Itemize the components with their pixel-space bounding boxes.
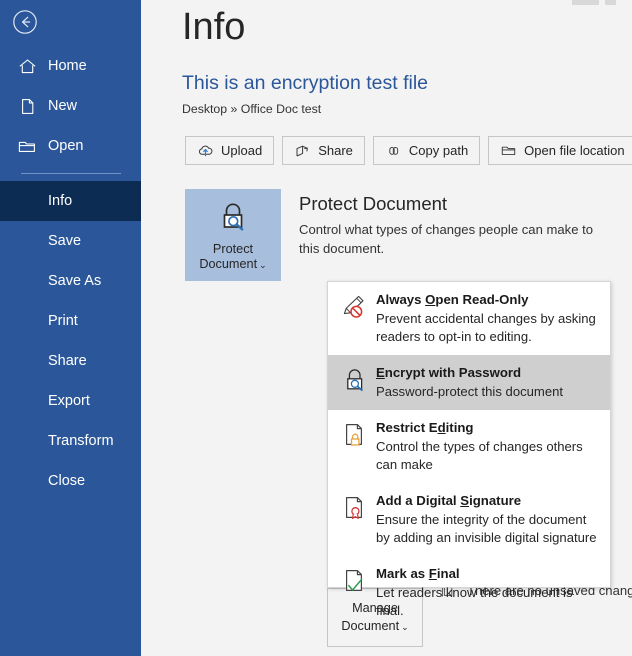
sidebar-nav: Home New Open Info Save Save As Print Sh… bbox=[0, 46, 141, 501]
menu-item-always-open-read-only[interactable]: Always Open Read-Only Prevent accidental… bbox=[328, 282, 610, 355]
menu-item-title: Always Open Read-Only bbox=[376, 292, 529, 307]
menu-item-subtitle: Password-protect this document bbox=[376, 384, 564, 399]
protect-document-menu: Always Open Read-Only Prevent accidental… bbox=[327, 281, 611, 618]
chevron-down-icon: ⌄ bbox=[259, 260, 267, 270]
document-lock-icon bbox=[338, 419, 372, 474]
document-check-icon bbox=[338, 565, 372, 620]
copy-path-button[interactable]: Copy path bbox=[372, 136, 481, 165]
document-seal-icon bbox=[338, 492, 372, 547]
backstage-view: Home New Open Info Save Save As Print Sh… bbox=[0, 0, 632, 656]
sidebar-item-transform[interactable]: Transform bbox=[0, 421, 141, 461]
home-icon bbox=[16, 55, 38, 77]
open-file-location-button[interactable]: Open file location bbox=[488, 136, 632, 165]
button-label: Open file location bbox=[524, 143, 625, 158]
sidebar-item-label: Share bbox=[48, 352, 87, 369]
button-label: Share bbox=[318, 143, 353, 158]
cloud-upload-icon bbox=[197, 142, 214, 159]
page-icon bbox=[16, 95, 38, 117]
lock-magnifier-icon bbox=[213, 198, 253, 238]
page-title: Info bbox=[182, 6, 246, 48]
sidebar-item-label: Transform bbox=[48, 432, 114, 449]
upload-button[interactable]: Upload bbox=[185, 136, 275, 165]
share-button[interactable]: Share bbox=[282, 136, 365, 165]
sidebar-item-label: New bbox=[48, 97, 78, 114]
menu-item-title: Mark as Final bbox=[376, 566, 460, 581]
folder-open-icon bbox=[500, 142, 517, 159]
sidebar-item-label: Save As bbox=[48, 272, 102, 289]
pencil-no-edit-icon bbox=[338, 291, 372, 346]
sidebar-item-label: Print bbox=[48, 312, 78, 329]
menu-item-subtitle: Ensure the integrity of the document by … bbox=[376, 512, 597, 545]
sidebar-item-home[interactable]: Home bbox=[0, 46, 141, 86]
sidebar-item-open[interactable]: Open bbox=[0, 126, 141, 166]
folder-icon bbox=[16, 135, 38, 157]
sidebar-item-new[interactable]: New bbox=[0, 86, 141, 126]
back-arrow-icon[interactable] bbox=[10, 7, 40, 37]
sidebar-item-label: Export bbox=[48, 392, 90, 409]
sidebar-item-save[interactable]: Save bbox=[0, 221, 141, 261]
button-label: Copy path bbox=[408, 143, 469, 158]
sidebar: Home New Open Info Save Save As Print Sh… bbox=[0, 0, 141, 656]
menu-item-mark-as-final[interactable]: Mark as Final Let readers know the docum… bbox=[328, 556, 610, 629]
sidebar-item-info[interactable]: Info bbox=[0, 181, 141, 221]
sidebar-item-label: Save bbox=[48, 232, 82, 249]
sidebar-item-label: Home bbox=[48, 57, 87, 74]
menu-item-encrypt-with-password[interactable]: Encrypt with Password Password-protect t… bbox=[328, 355, 610, 410]
lock-key-icon bbox=[338, 364, 372, 401]
sidebar-item-label: Open bbox=[48, 137, 84, 154]
document-title: This is an encryption test file bbox=[182, 72, 429, 94]
window-controls-stub[interactable] bbox=[572, 0, 618, 6]
link-icon bbox=[385, 142, 402, 159]
button-label: Upload bbox=[221, 143, 263, 158]
protect-button-line1: Protect bbox=[212, 242, 254, 256]
sidebar-item-label: Close bbox=[48, 472, 86, 489]
sidebar-item-label: Info bbox=[48, 192, 73, 209]
menu-item-title: Add a Digital Signature bbox=[376, 493, 522, 508]
menu-item-subtitle: Let readers know the document is final. bbox=[376, 585, 573, 618]
menu-item-subtitle: Prevent accidental changes by asking rea… bbox=[376, 311, 596, 344]
protect-button-line2: Document bbox=[199, 257, 258, 271]
breadcrumb: Desktop » Office Doc test bbox=[182, 102, 322, 116]
menu-item-add-digital-signature[interactable]: Add a Digital Signature Ensure the integ… bbox=[328, 483, 610, 556]
sidebar-item-share[interactable]: Share bbox=[0, 341, 141, 381]
menu-item-title: Restrict Editing bbox=[376, 420, 474, 435]
sidebar-item-save-as[interactable]: Save As bbox=[0, 261, 141, 301]
sidebar-item-close[interactable]: Close bbox=[0, 461, 141, 501]
file-actions-toolbar: Upload Share Copy path Open file locatio… bbox=[185, 136, 632, 165]
share-icon bbox=[294, 142, 311, 159]
sidebar-item-export[interactable]: Export bbox=[0, 381, 141, 421]
protect-section-description: Control what types of changes people can… bbox=[299, 222, 594, 256]
menu-item-restrict-editing[interactable]: Restrict Editing Control the types of ch… bbox=[328, 410, 610, 483]
menu-item-title: Encrypt with Password bbox=[376, 365, 522, 380]
protect-section-heading: Protect Document bbox=[299, 193, 448, 214]
sidebar-separator bbox=[21, 173, 121, 174]
main-pane: Info This is an encryption test file Des… bbox=[141, 0, 632, 656]
sidebar-item-print[interactable]: Print bbox=[0, 301, 141, 341]
menu-item-subtitle: Control the types of changes others can … bbox=[376, 439, 583, 472]
protect-document-button[interactable]: Protect Document ⌄ bbox=[185, 189, 281, 281]
